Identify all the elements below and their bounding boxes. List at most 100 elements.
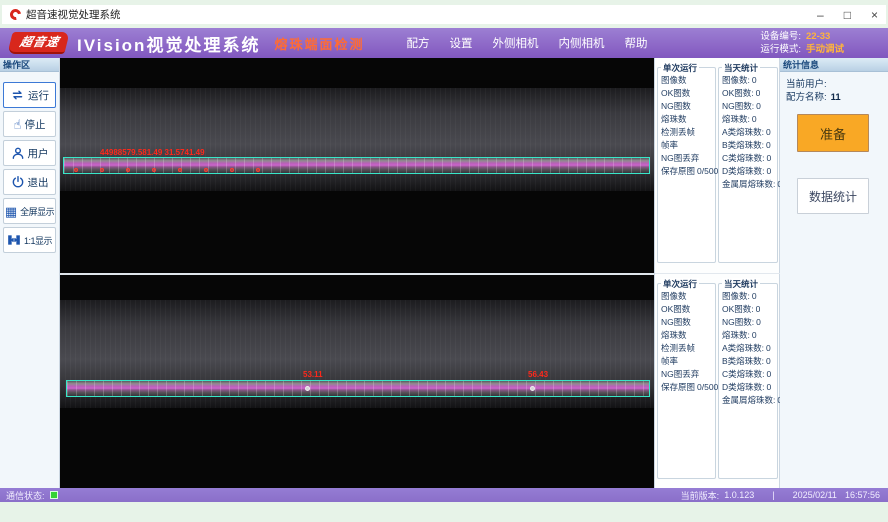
stat-value: 0 [767, 166, 772, 176]
stat-value: 0 [752, 75, 757, 85]
stat-value: 0 [767, 382, 772, 392]
stat-label: OK图数: [722, 88, 754, 98]
device-number-label: 设备编号: [760, 30, 801, 43]
detection-marker [74, 168, 78, 172]
stat-label: 金属屑熔珠数: [722, 179, 775, 189]
stat-label: D类熔珠数: [722, 382, 765, 392]
stat-row: B类熔珠数:0 [722, 355, 777, 368]
stat-label: 检测丢帧 [661, 127, 695, 137]
stat-label: 熔珠数 [661, 114, 687, 124]
stat-row: A类熔珠数:0 [722, 126, 777, 139]
stat-row: NG图数 [661, 316, 715, 329]
minimize-button[interactable]: – [817, 8, 824, 22]
single-run-groupbox: 单次运行 图像数OK图数NG图数熔珠数检测丢帧帧率NG图丢弃保存原图0/500 [657, 283, 716, 479]
stat-label: 图像数 [661, 75, 687, 85]
sidebar-button-one-to-one[interactable]: 1:1显示 [3, 227, 56, 253]
stat-row: OK图数:0 [722, 303, 777, 316]
run-mode-label: 运行模式: [760, 43, 801, 56]
version-label: 当前版本: [681, 489, 720, 502]
stat-label: 熔珠数 [661, 330, 687, 340]
detection-marker [100, 168, 104, 172]
sidebar-button-user[interactable]: 用户 [3, 140, 56, 166]
sidebar-button-run[interactable]: 运行 [3, 82, 56, 108]
stat-row: C类熔珠数:0 [722, 368, 777, 381]
stat-value: 0 [752, 291, 757, 301]
stat-row: 熔珠数 [661, 329, 715, 342]
sidebar-button-stop[interactable]: ☝ 停止 [3, 111, 56, 137]
stat-value: 0 [756, 88, 761, 98]
inner-camera-view: 53.1156.43 [60, 273, 654, 488]
statistics-panel: 单次运行 图像数OK图数NG图数熔珠数检测丢帧帧率NG图丢弃保存原图0/500 … [654, 58, 780, 488]
menu-item-outer-camera[interactable]: 外侧相机 [492, 35, 538, 51]
workspace: 操作区 运行 ☝ 停止 用户 [0, 58, 888, 488]
detection-marker [230, 168, 234, 172]
run-icon [10, 88, 25, 102]
close-button[interactable]: × [871, 8, 878, 22]
stat-row: C类熔珠数:0 [722, 152, 777, 165]
stat-value: 0 [766, 140, 771, 150]
detection-marker [204, 168, 208, 172]
status-time: 16:57:56 [845, 490, 880, 500]
daily-stats-groupbox: 当天统计 图像数:0OK图数:0NG图数:0熔珠数:0A类熔珠数:0B类熔珠数:… [718, 67, 778, 263]
camera-view-area: 44988579.581.49 31.5741.49 53.1156.43 [60, 58, 654, 488]
stat-row: NG图丢弃 [661, 152, 715, 165]
stat-label: 图像数 [661, 291, 687, 301]
stat-row: 图像数:0 [722, 74, 777, 87]
stat-row: 帧率 [661, 139, 715, 152]
menu-item-recipe[interactable]: 配方 [406, 35, 429, 51]
desktop-background: 超音速视觉处理系统 – □ × 超音速 IVision视觉处理系统 熔珠端面检测… [0, 0, 888, 522]
stat-row: 图像数:0 [722, 290, 777, 303]
measurement-label: 53.11 [303, 370, 323, 379]
app-logo-icon [8, 7, 23, 22]
menu-item-inner-camera[interactable]: 内侧相机 [558, 35, 604, 51]
stat-row: OK图数 [661, 303, 715, 316]
data-statistics-button[interactable]: 数据统计 [797, 178, 869, 214]
stat-value: 0 [752, 114, 757, 124]
sidebar-button-exit[interactable]: 退出 [3, 169, 56, 195]
stat-row: OK图数 [661, 87, 715, 100]
stat-row: 金属屑熔珠数:0 [722, 394, 777, 407]
menu-item-help[interactable]: 帮助 [624, 35, 647, 51]
stat-label: C类熔珠数: [722, 153, 765, 163]
stat-value: 0 [756, 101, 761, 111]
stat-value: 0/500 [697, 382, 718, 392]
stat-row: 熔珠数:0 [722, 113, 777, 126]
stat-label: OK图数: [722, 304, 754, 314]
recipe-name-value: 11 [831, 91, 841, 104]
stat-label: OK图数 [661, 304, 690, 314]
stat-label: A类熔珠数: [722, 127, 764, 137]
menu-item-settings[interactable]: 设置 [449, 35, 472, 51]
detection-marker [256, 168, 260, 172]
recipe-name-label: 配方名称: [786, 91, 827, 104]
stat-label: 图像数: [722, 291, 750, 301]
info-panel-title: 统计信息 [780, 58, 888, 72]
stat-label: NG图数: [722, 317, 754, 327]
detection-marker [152, 168, 156, 172]
measurement-annotation: 44988579.581.49 31.5741.49 [100, 148, 205, 157]
stat-label: 图像数: [722, 75, 750, 85]
status-separator: | [772, 490, 774, 500]
fullscreen-icon: ▦ [5, 205, 17, 218]
stat-label: 保存原图 [661, 166, 695, 176]
stat-label: 保存原图 [661, 382, 695, 392]
outer-camera-stats-section: 单次运行 图像数OK图数NG图数熔珠数检测丢帧帧率NG图丢弃保存原图0/500 … [655, 58, 781, 273]
stat-label: NG图数 [661, 101, 691, 111]
app-title: IVision视觉处理系统 [77, 31, 260, 56]
sidebar-button-fullscreen[interactable]: ▦ 全屏显示 [3, 198, 56, 224]
stat-row: 保存原图0/500 [661, 165, 715, 178]
stat-row: 熔珠数:0 [722, 329, 777, 342]
status-date: 2025/02/11 [793, 490, 837, 500]
stat-row: D类熔珠数:0 [722, 381, 777, 394]
maximize-button[interactable]: □ [844, 8, 851, 22]
stat-label: B类熔珠数: [722, 356, 764, 366]
exit-icon [11, 175, 25, 189]
stat-label: A类熔珠数: [722, 343, 764, 353]
prepare-button[interactable]: 准备 [797, 114, 869, 152]
stat-label: 检测丢帧 [661, 343, 695, 353]
stat-value: 0 [756, 304, 761, 314]
single-run-title: 单次运行 [661, 278, 699, 290]
info-panel: 统计信息 当前用户: 配方名称: 11 准备 数据统计 [780, 58, 888, 488]
stat-value: 0 [766, 356, 771, 366]
detection-marker [178, 168, 182, 172]
one-to-one-icon [7, 233, 21, 247]
